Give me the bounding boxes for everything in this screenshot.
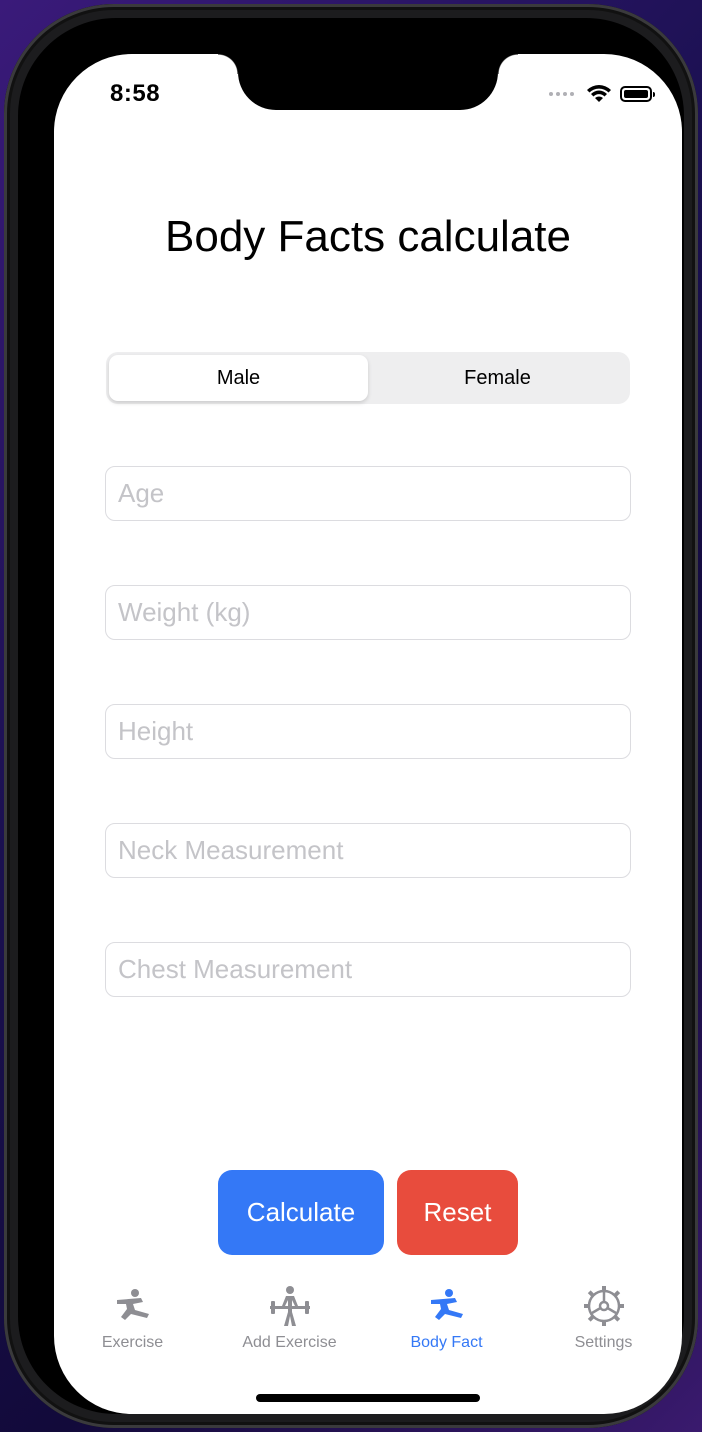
chest-measurement-input[interactable] (105, 942, 631, 997)
tab-exercise[interactable]: Exercise (54, 1284, 211, 1364)
status-icons (549, 84, 655, 104)
cellular-signal-icon (549, 92, 574, 96)
gear-icon (583, 1286, 624, 1326)
tab-bar: Exercise Add Exercise Body Fact Settings (54, 1284, 682, 1364)
device-frame: 8:58 Body Facts calculate Male Female Ag… (4, 4, 698, 1428)
martial-arts-icon (116, 1289, 149, 1320)
tab-body-fact[interactable]: Body Fact (368, 1284, 525, 1364)
tab-label: Add Exercise (242, 1334, 337, 1351)
tab-label: Body Fact (410, 1334, 483, 1351)
tab-settings[interactable]: Settings (525, 1284, 682, 1364)
wifi-icon (587, 85, 611, 102)
segment-male[interactable]: Male (109, 355, 368, 401)
home-indicator[interactable] (256, 1394, 480, 1402)
tab-label: Settings (574, 1334, 633, 1351)
martial-arts-icon (430, 1289, 463, 1320)
height-input[interactable] (105, 704, 631, 759)
age-input[interactable] (105, 466, 631, 521)
status-time: 8:58 (110, 80, 161, 107)
screen: 8:58 Body Facts calculate Male Female Ag… (54, 54, 682, 1414)
segment-female[interactable]: Female (368, 355, 627, 401)
calculate-button[interactable]: Calculate (218, 1170, 384, 1255)
tab-label: Exercise (101, 1334, 164, 1351)
device-bezel: 8:58 Body Facts calculate Male Female Ag… (18, 18, 684, 1414)
notch (218, 54, 518, 110)
weightlifter-icon (269, 1286, 310, 1326)
gender-segmented-control: Male Female (106, 352, 630, 404)
weight-input[interactable] (105, 585, 631, 640)
reset-button[interactable]: Reset (397, 1170, 518, 1255)
page-title: Body Facts calculate (165, 212, 571, 261)
neck-measurement-input[interactable] (105, 823, 631, 878)
tab-add-exercise[interactable]: Add Exercise (211, 1284, 368, 1364)
battery-icon (620, 86, 655, 102)
